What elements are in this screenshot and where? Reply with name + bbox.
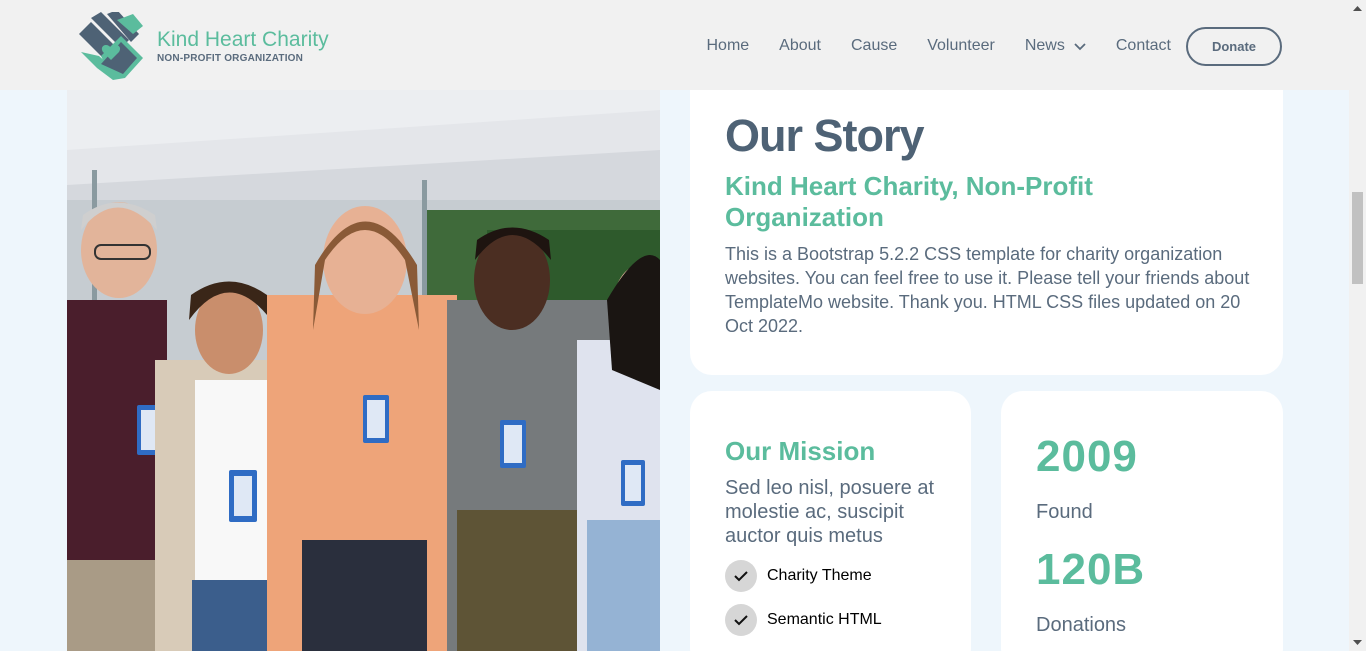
volunteers-photo [67,90,660,651]
stats-card: 2009 Found 120B Donations [1001,391,1283,651]
chevron-down-icon [1074,43,1086,51]
mission-title: Our Mission [725,436,876,466]
page-scrollbar[interactable] [1349,0,1366,651]
check-icon [725,560,757,592]
check-icon [725,604,757,636]
mission-text: Sed leo nisl, posuere at molestie ac, su… [725,477,935,547]
donate-button[interactable]: Donate [1186,26,1282,66]
nav-volunteer[interactable]: Volunteer [927,37,995,55]
story-subtitle: Kind Heart Charity, Non-Profit Organizat… [725,171,1093,232]
our-mission-card: Our Mission Sed leo nisl, posuere at mol… [690,391,971,651]
scroll-up-arrow-icon[interactable] [1353,4,1362,13]
nav-cause[interactable]: Cause [851,37,897,55]
mission-item-label: Charity Theme [767,567,872,584]
mission-list-item: Charity Theme [725,560,936,592]
nav-news-label: News [1024,37,1065,54]
brand-name: Kind Heart Charity [157,28,329,51]
scrollbar-thumb[interactable] [1352,192,1363,284]
charity-hands-logo-icon [79,12,143,80]
stat-founded-number: 2009 [1036,432,1138,481]
nav-about[interactable]: About [779,37,821,55]
story-text: This is a Bootstrap 5.2.2 CSS template f… [725,244,1250,336]
mission-list-item: Semantic HTML [725,604,936,636]
stat-founded-label: Found [1036,501,1093,523]
our-story-card: Our Story Kind Heart Charity, Non-Profit… [690,70,1283,375]
site-header: Kind Heart Charity NON-PROFIT ORGANIZATI… [0,0,1349,90]
nav-home[interactable]: Home [706,37,749,55]
main-nav: Home About Cause Volunteer News Contact … [706,26,1282,66]
stat-donations-label: Donations [1036,614,1127,636]
nav-contact[interactable]: Contact [1116,37,1171,55]
nav-news-dropdown[interactable]: News [1025,37,1086,55]
brand-link[interactable]: Kind Heart Charity NON-PROFIT ORGANIZATI… [77,11,329,81]
stat-donations-number: 120B [1036,545,1146,594]
brand-tagline: NON-PROFIT ORGANIZATION [157,53,304,64]
story-title: Our Story [725,110,925,161]
mission-item-label: Semantic HTML [767,611,882,628]
scroll-down-arrow-icon[interactable] [1353,638,1362,647]
